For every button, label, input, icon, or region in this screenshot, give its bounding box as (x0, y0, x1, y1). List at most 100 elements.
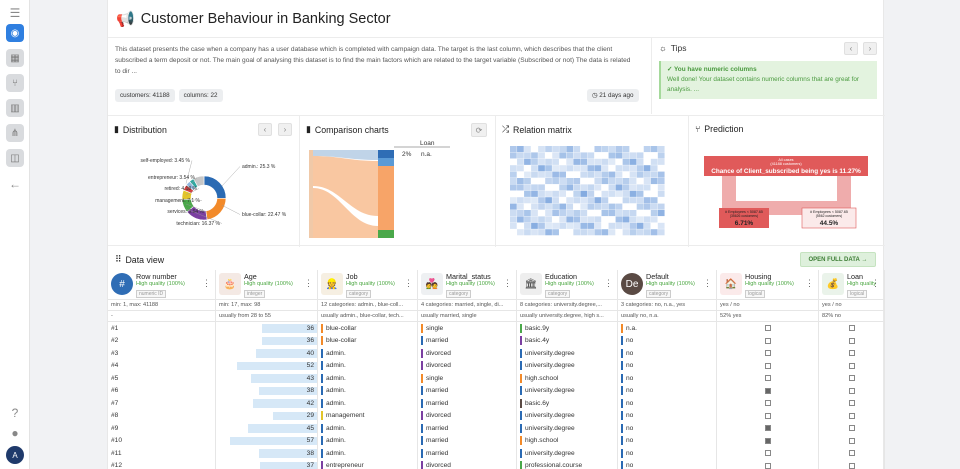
matrix-cell[interactable] (629, 158, 637, 165)
matrix-cell[interactable] (552, 210, 559, 217)
matrix-cell[interactable] (615, 146, 623, 153)
matrix-cell[interactable] (643, 229, 651, 236)
matrix-cell[interactable] (545, 210, 552, 217)
table-cell[interactable]: 52 (216, 360, 317, 373)
matrix-cell[interactable] (601, 210, 609, 217)
checkbox[interactable] (848, 412, 855, 419)
matrix-cell[interactable] (594, 146, 602, 153)
table-cell[interactable]: university.degree (517, 447, 617, 460)
matrix-cell[interactable] (594, 197, 602, 204)
matrix-cell[interactable] (594, 171, 602, 178)
matrix-cell[interactable] (580, 222, 588, 229)
table-cell[interactable]: divorced (418, 410, 516, 423)
matrix-cell[interactable] (510, 216, 517, 223)
table-cell[interactable]: admin. (318, 397, 417, 410)
matrix-cell[interactable] (552, 171, 559, 178)
matrix-cell[interactable] (636, 152, 644, 159)
matrix-cell[interactable] (566, 210, 574, 217)
matrix-cell[interactable] (545, 190, 552, 197)
matrix-cell[interactable] (559, 210, 566, 217)
matrix-cell[interactable] (517, 146, 524, 153)
table-cell[interactable]: 38 (216, 447, 317, 460)
matrix-cell[interactable] (559, 216, 566, 223)
matrix-cell[interactable] (587, 216, 595, 223)
matrix-cell[interactable] (608, 152, 616, 159)
matrix-cell[interactable] (524, 146, 531, 153)
matrix-cell[interactable] (524, 197, 531, 204)
table-cell[interactable] (717, 447, 818, 460)
table-cell[interactable] (819, 397, 884, 410)
matrix-cell[interactable] (594, 158, 602, 165)
checkbox[interactable] (764, 362, 771, 369)
matrix-cell[interactable] (573, 190, 581, 197)
table-cell[interactable]: no (618, 447, 716, 460)
matrix-cell[interactable] (580, 203, 588, 210)
matrix-cell[interactable] (622, 146, 630, 153)
matrix-cell[interactable] (559, 146, 566, 153)
table-cell[interactable]: admin. (318, 360, 417, 373)
table-cell[interactable]: no (618, 460, 716, 469)
matrix-cell[interactable] (650, 171, 658, 178)
table-cell[interactable]: 37 (216, 460, 317, 469)
kebab-menu-icon[interactable]: ⋮ (503, 278, 512, 289)
matrix-cell[interactable] (510, 152, 517, 159)
matrix-cell[interactable] (559, 178, 566, 185)
table-cell[interactable]: entrepreneur (318, 460, 417, 469)
column-header[interactable]: 🏠 Housing High quality (100%) logical ⋮ (717, 270, 818, 300)
table-cell[interactable]: married (418, 385, 516, 398)
matrix-cell[interactable] (629, 210, 637, 217)
matrix-cell[interactable] (538, 171, 545, 178)
matrix-cell[interactable] (566, 178, 574, 185)
matrix-cell[interactable] (545, 158, 552, 165)
table-cell[interactable] (717, 410, 818, 423)
matrix-cell[interactable] (517, 184, 524, 191)
matrix-cell[interactable] (608, 203, 616, 210)
matrix-cell[interactable] (531, 210, 538, 217)
table-cell[interactable]: 38 (216, 385, 317, 398)
matrix-cell[interactable] (657, 178, 665, 185)
matrix-cell[interactable] (559, 171, 566, 178)
matrix-cell[interactable] (629, 184, 637, 191)
matrix-cell[interactable] (580, 229, 588, 236)
checkbox[interactable] (764, 437, 771, 444)
matrix-cell[interactable] (643, 184, 651, 191)
matrix-cell[interactable] (629, 152, 637, 159)
matrix-cell[interactable] (552, 152, 559, 159)
matrix-cell[interactable] (573, 229, 581, 236)
table-cell[interactable]: no (618, 347, 716, 360)
matrix-cell[interactable] (580, 184, 588, 191)
table-cell[interactable] (819, 422, 884, 435)
matrix-cell[interactable] (510, 222, 517, 229)
matrix-cell[interactable] (636, 229, 644, 236)
matrix-cell[interactable] (580, 165, 588, 172)
matrix-cell[interactable] (517, 165, 524, 172)
matrix-cell[interactable] (517, 158, 524, 165)
matrix-cell[interactable] (538, 197, 545, 204)
matrix-cell[interactable] (573, 222, 581, 229)
table-cell[interactable]: married (418, 397, 516, 410)
matrix-cell[interactable] (608, 229, 616, 236)
kebab-menu-icon[interactable]: ⋮ (304, 278, 313, 289)
table-cell[interactable]: divorced (418, 360, 516, 373)
matrix-cell[interactable] (517, 178, 524, 185)
matrix-cell[interactable] (559, 190, 566, 197)
table-cell[interactable]: #2 (108, 335, 215, 348)
table-cell[interactable]: management (318, 410, 417, 423)
checkbox[interactable] (848, 437, 855, 444)
dashboard-icon[interactable]: ◫ (6, 149, 24, 167)
matrix-cell[interactable] (594, 178, 602, 185)
table-cell[interactable] (819, 347, 884, 360)
table-cell[interactable] (819, 385, 884, 398)
matrix-cell[interactable] (608, 146, 616, 153)
matrix-cell[interactable] (587, 184, 595, 191)
matrix-cell[interactable] (643, 197, 651, 204)
matrix-cell[interactable] (538, 146, 545, 153)
matrix-cell[interactable] (587, 165, 595, 172)
matrix-cell[interactable] (559, 152, 566, 159)
matrix-cell[interactable] (657, 152, 665, 159)
table-cell[interactable] (819, 447, 884, 460)
donut-slice[interactable] (203, 175, 227, 199)
matrix-cell[interactable] (629, 165, 637, 172)
matrix-cell[interactable] (559, 203, 566, 210)
matrix-cell[interactable] (510, 203, 517, 210)
